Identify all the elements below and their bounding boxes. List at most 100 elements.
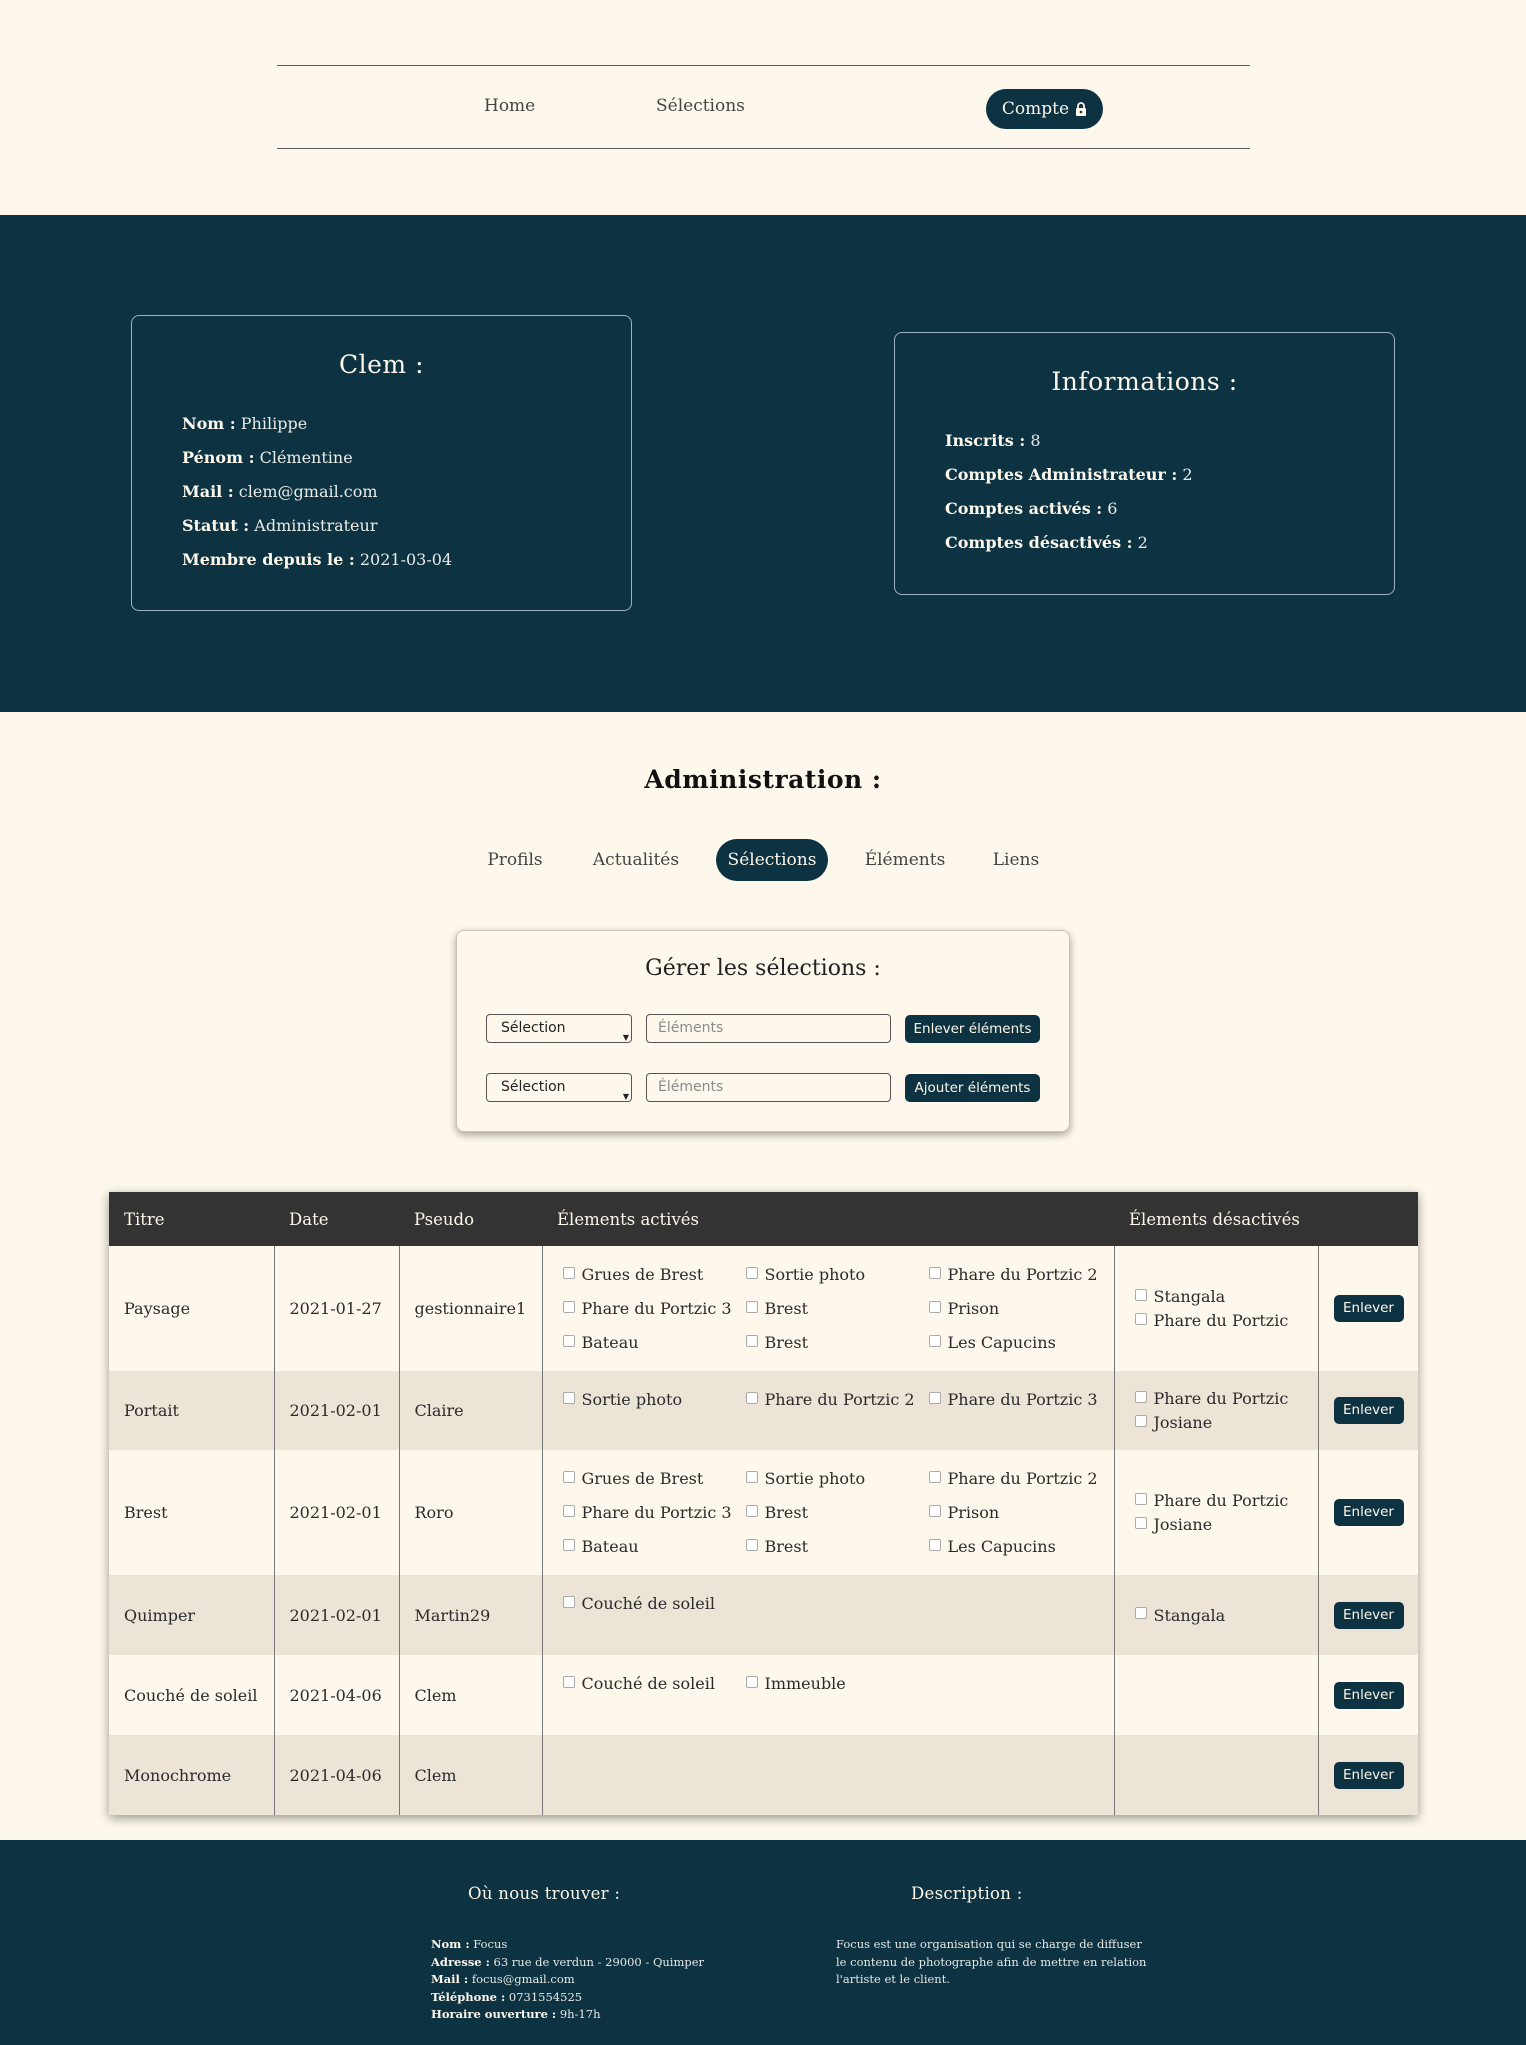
checkbox-icon[interactable] <box>1134 1607 1147 1619</box>
tab-selections[interactable]: Sélections <box>716 839 828 881</box>
checkbox-icon[interactable] <box>562 1675 575 1688</box>
inactive-element-checkbox[interactable]: Phare du Portzic <box>1134 1490 1318 1511</box>
checkbox-icon[interactable] <box>562 1334 575 1347</box>
checkbox-icon[interactable] <box>928 1391 941 1404</box>
chevron-down-icon: ▼ <box>622 1092 629 1101</box>
tab-profils[interactable]: Profils <box>476 839 554 881</box>
checkbox-icon[interactable] <box>928 1334 941 1347</box>
active-element-checkbox[interactable]: Prison <box>928 1298 1112 1319</box>
informations-title: Informations : <box>1051 367 1238 396</box>
add-elements-button[interactable]: Ajouter éléments <box>905 1074 1040 1102</box>
active-element-checkbox[interactable]: Prison <box>928 1502 1112 1523</box>
remove-selection-button[interactable]: Enlever <box>1333 1761 1404 1789</box>
active-element-checkbox[interactable]: Sortie photo <box>745 1264 929 1285</box>
checkbox-icon[interactable] <box>745 1300 758 1313</box>
active-element-checkbox[interactable]: Sortie photo <box>562 1389 746 1410</box>
active-element-checkbox[interactable]: Phare du Portzic 3 <box>928 1389 1112 1410</box>
remove-selection-button[interactable]: Enlever <box>1333 1499 1404 1526</box>
checkbox-icon[interactable] <box>928 1300 941 1313</box>
admin-title: Administration : <box>644 765 882 794</box>
cell-actions: Enlever <box>1318 1371 1418 1450</box>
checkbox-icon[interactable] <box>745 1334 758 1347</box>
active-element-checkbox[interactable]: Phare du Portzic 2 <box>928 1264 1112 1285</box>
account-button[interactable]: Compte <box>986 89 1103 129</box>
cell-date: 2021-04-06 <box>274 1735 400 1815</box>
checkbox-icon[interactable] <box>745 1538 758 1551</box>
selection-select-remove[interactable]: Sélection ▼ <box>486 1014 632 1043</box>
checkbox-icon[interactable] <box>562 1470 575 1483</box>
active-element-checkbox[interactable]: Les Capucins <box>928 1536 1112 1557</box>
active-element-checkbox[interactable]: Couché de soleil <box>562 1673 746 1694</box>
checkbox-icon[interactable] <box>562 1595 575 1608</box>
checkbox-icon[interactable] <box>562 1266 575 1279</box>
checkbox-icon[interactable] <box>745 1266 758 1279</box>
tab-liens[interactable]: Liens <box>985 839 1047 881</box>
remove-selection-button[interactable]: Enlever <box>1333 1681 1404 1709</box>
checkbox-icon[interactable] <box>1134 1516 1147 1529</box>
active-element-checkbox[interactable]: Couché de soleil <box>562 1593 746 1614</box>
checkbox-icon[interactable] <box>1134 1288 1147 1301</box>
checkbox-icon[interactable] <box>745 1470 758 1483</box>
elements-input-remove[interactable]: Éléments <box>646 1014 891 1043</box>
checkbox-icon[interactable] <box>928 1470 941 1483</box>
element-label: Bateau <box>581 1537 639 1556</box>
remove-selection-button[interactable]: Enlever <box>1333 1397 1404 1424</box>
active-element-checkbox[interactable]: Les Capucins <box>928 1332 1112 1353</box>
checkbox-icon[interactable] <box>562 1504 575 1517</box>
active-element-checkbox[interactable]: Brest <box>745 1332 929 1353</box>
tab-elements[interactable]: Éléments <box>855 839 955 881</box>
tab-actualites[interactable]: Actualités <box>584 839 688 881</box>
checkbox-icon[interactable] <box>1134 1414 1147 1427</box>
active-element-checkbox[interactable]: Bateau <box>562 1332 746 1353</box>
selection-select-add[interactable]: Sélection ▼ <box>486 1073 632 1102</box>
active-element-checkbox[interactable]: Grues de Brest <box>562 1264 746 1285</box>
checkbox-icon[interactable] <box>745 1675 758 1688</box>
checkbox-icon[interactable] <box>745 1504 758 1517</box>
checkbox-icon[interactable] <box>1134 1390 1147 1403</box>
remove-selection-button[interactable]: Enlever <box>1333 1601 1404 1629</box>
active-element-checkbox[interactable]: Sortie photo <box>745 1468 929 1489</box>
footer-nom: Nom : Focus <box>431 1937 508 1951</box>
active-elements-list: Couché de soleil Immeuble <box>562 1655 1114 1712</box>
checkbox-icon[interactable] <box>562 1300 575 1313</box>
active-element-checkbox[interactable]: Brest <box>745 1536 929 1557</box>
elements-input-add[interactable]: Éléments <box>646 1073 891 1102</box>
active-element-checkbox[interactable]: Phare du Portzic 2 <box>928 1468 1112 1489</box>
remove-selection-button[interactable]: Enlever <box>1333 1295 1404 1322</box>
checkbox-icon[interactable] <box>1134 1312 1147 1325</box>
inactive-element-checkbox[interactable]: Josiane <box>1134 1514 1318 1535</box>
profile-statut: Statut : Administrateur <box>182 516 378 535</box>
nav-selections-link[interactable]: Sélections <box>656 96 745 116</box>
table-row: Monochrome 2021-04-06 Clem Enlever <box>109 1735 1418 1815</box>
inactive-element-checkbox[interactable]: Stangala <box>1134 1286 1318 1307</box>
checkbox-icon[interactable] <box>928 1538 941 1551</box>
table-row: Quimper 2021-02-01 Martin29 Couché de solei… <box>109 1575 1418 1655</box>
top-nav: Home Sélections Compte <box>277 65 1250 149</box>
inactive-element-checkbox[interactable]: Phare du Portzic <box>1134 1388 1318 1409</box>
active-element-checkbox[interactable]: Brest <box>745 1502 929 1523</box>
element-label: Brest <box>764 1503 809 1522</box>
active-element-checkbox[interactable]: Bateau <box>562 1536 746 1557</box>
active-element-checkbox[interactable]: Phare du Portzic 2 <box>745 1389 929 1410</box>
checkbox-icon[interactable] <box>1134 1492 1147 1505</box>
checkbox-icon[interactable] <box>928 1266 941 1279</box>
element-label: Phare du Portzic 2 <box>764 1390 915 1409</box>
info-desactives: Comptes désactivés : 2 <box>945 533 1148 552</box>
checkbox-icon[interactable] <box>928 1504 941 1517</box>
inactive-element-checkbox[interactable]: Josiane <box>1134 1412 1318 1433</box>
checkbox-icon[interactable] <box>562 1538 575 1551</box>
element-label: Phare du Portzic 2 <box>947 1265 1098 1284</box>
active-element-checkbox[interactable]: Phare du Portzic 3 <box>562 1502 746 1523</box>
element-label: Phare du Portzic <box>1153 1389 1289 1408</box>
active-element-checkbox[interactable]: Immeuble <box>745 1673 929 1694</box>
active-element-checkbox[interactable]: Brest <box>745 1298 929 1319</box>
checkbox-icon[interactable] <box>745 1391 758 1404</box>
inactive-element-checkbox[interactable]: Phare du Portzic <box>1134 1310 1318 1331</box>
remove-elements-button[interactable]: Enlever éléments <box>905 1015 1040 1043</box>
active-element-checkbox[interactable]: Grues de Brest <box>562 1468 746 1489</box>
nav-home-link[interactable]: Home <box>484 96 535 116</box>
checkbox-icon[interactable] <box>562 1391 575 1404</box>
cell-date: 2021-04-06 <box>274 1655 400 1735</box>
active-element-checkbox[interactable]: Phare du Portzic 3 <box>562 1298 746 1319</box>
inactive-element-checkbox[interactable]: Stangala <box>1134 1605 1318 1626</box>
